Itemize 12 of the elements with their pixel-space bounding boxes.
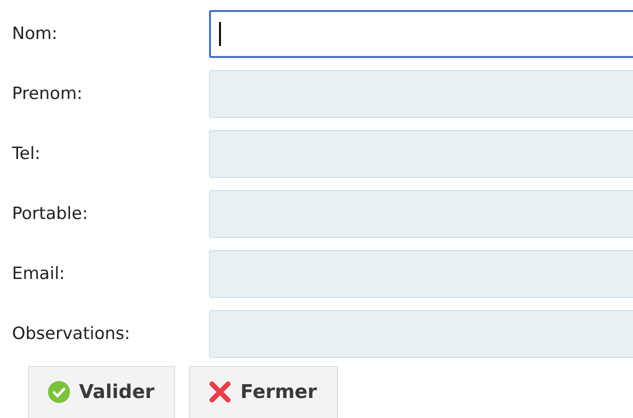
field-label: Prenom: bbox=[11, 84, 84, 104]
field-label: Observations: bbox=[11, 324, 132, 344]
field-label: Portable: bbox=[11, 204, 89, 224]
check-icon bbox=[47, 380, 71, 404]
close-icon bbox=[208, 380, 232, 404]
input-field[interactable] bbox=[209, 10, 633, 58]
close-button[interactable]: Fermer bbox=[189, 366, 338, 418]
confirm-button[interactable]: Valider bbox=[28, 366, 176, 418]
field-label: Nom: bbox=[11, 24, 58, 44]
field-label: Tel: bbox=[11, 144, 42, 164]
field-label: Email: bbox=[11, 264, 66, 284]
text-cursor bbox=[219, 22, 221, 46]
